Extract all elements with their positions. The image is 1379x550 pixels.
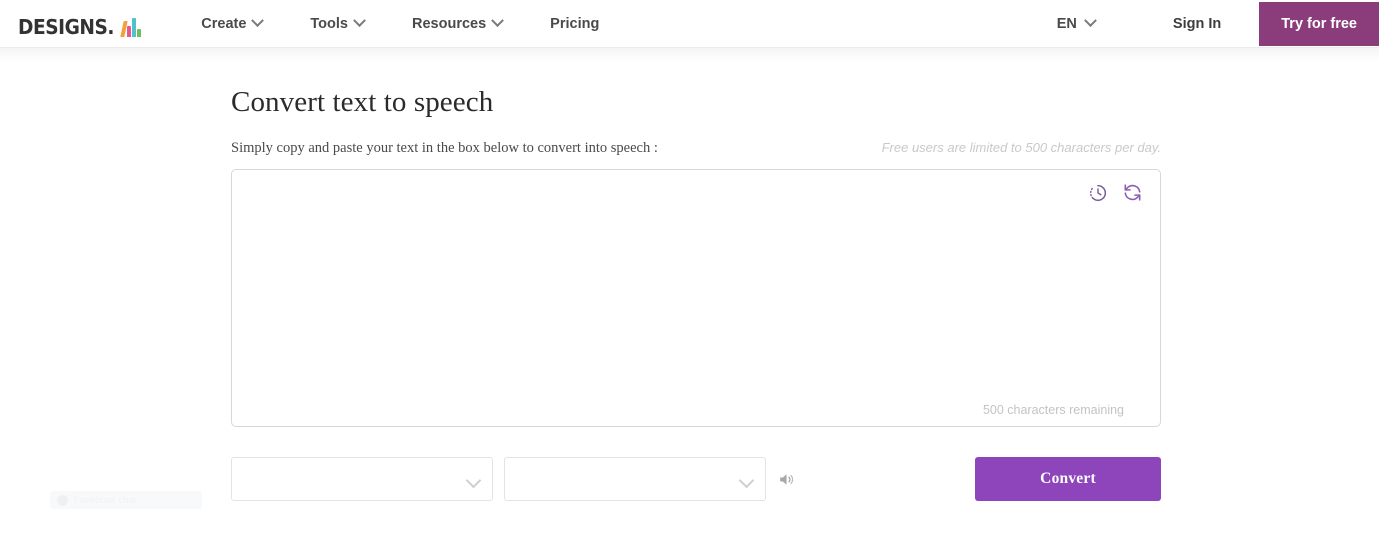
ai-logo-mark [120, 15, 142, 37]
text-to-speech-input[interactable] [232, 170, 1160, 426]
site-logo[interactable]: DESIGNS. [18, 11, 142, 39]
textarea-toolbar [1088, 182, 1143, 203]
language-selector[interactable]: EN [1043, 14, 1109, 32]
page-subtitle: Simply copy and paste your text in the b… [231, 140, 658, 156]
top-navbar: DESIGNS. Create Tools Resources Pricing … [0, 0, 1379, 62]
nav-label-pricing: Pricing [550, 15, 600, 32]
controls-row: Convert [231, 457, 1161, 501]
text-input-panel: 500 characters remaining [231, 169, 1161, 427]
nav-item-create[interactable]: Create [177, 0, 286, 48]
refresh-sync-icon[interactable] [1122, 182, 1143, 203]
nav-label-create: Create [201, 15, 247, 32]
try-for-free-button[interactable]: Try for free [1259, 1, 1379, 46]
language-label: EN [1056, 15, 1077, 32]
chevron-down-icon [465, 472, 482, 489]
main-content: Convert text to speech Simply copy and p… [0, 48, 1379, 501]
character-limit-note: Free users are limited to 500 characters… [881, 140, 1161, 155]
sign-in-link[interactable]: Sign In [1149, 16, 1245, 32]
convert-button[interactable]: Convert [975, 457, 1161, 501]
facebook-chat-widget[interactable]: Facebook chat [50, 491, 202, 509]
chevron-down-icon [251, 14, 265, 28]
voice-select[interactable] [504, 457, 766, 501]
history-clock-icon[interactable] [1088, 183, 1108, 203]
nav-right-group: EN Sign In Try for free [1043, 0, 1379, 48]
nav-item-resources[interactable]: Resources [388, 0, 526, 48]
speaker-volume-icon[interactable] [777, 470, 796, 489]
chevron-down-icon [1084, 14, 1097, 28]
chevron-down-icon [738, 472, 755, 489]
nav-item-pricing[interactable]: Pricing [526, 0, 623, 48]
nav-label-resources: Resources [412, 15, 487, 32]
nav-item-tools[interactable]: Tools [286, 0, 388, 48]
nav-label-tools: Tools [310, 15, 348, 32]
subtitle-row: Simply copy and paste your text in the b… [231, 140, 1161, 157]
chevron-down-icon [353, 14, 366, 28]
chat-widget-label: Facebook chat [74, 494, 137, 506]
chevron-down-icon [491, 14, 505, 28]
logo-wordmark: DESIGNS. [18, 14, 115, 39]
primary-nav: Create Tools Resources Pricing [177, 0, 623, 48]
messenger-icon [57, 494, 68, 506]
language-select[interactable] [231, 457, 493, 501]
page-title: Convert text to speech [231, 86, 494, 118]
